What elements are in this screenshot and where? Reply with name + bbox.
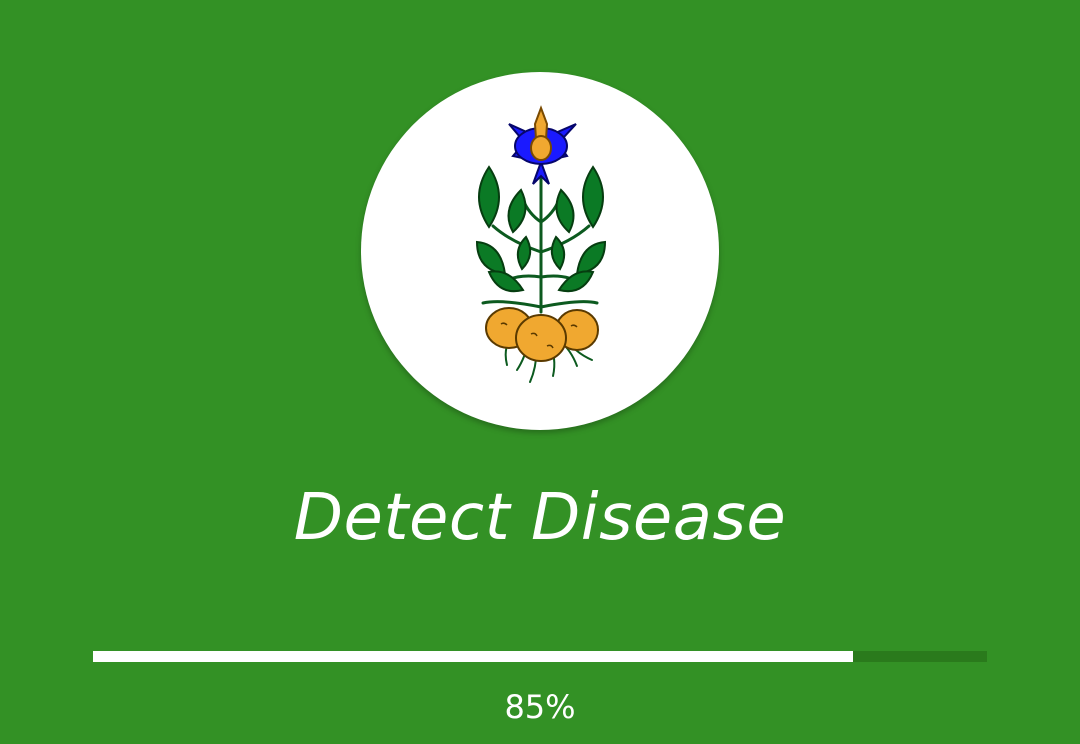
app-title: Detect Disease	[293, 481, 787, 555]
loading-progress-fill	[93, 651, 853, 662]
loading-progress-label: 85%	[504, 688, 576, 726]
potato-plant-icon	[475, 105, 607, 383]
app-logo	[361, 72, 719, 430]
loading-progress-bar	[93, 651, 987, 662]
